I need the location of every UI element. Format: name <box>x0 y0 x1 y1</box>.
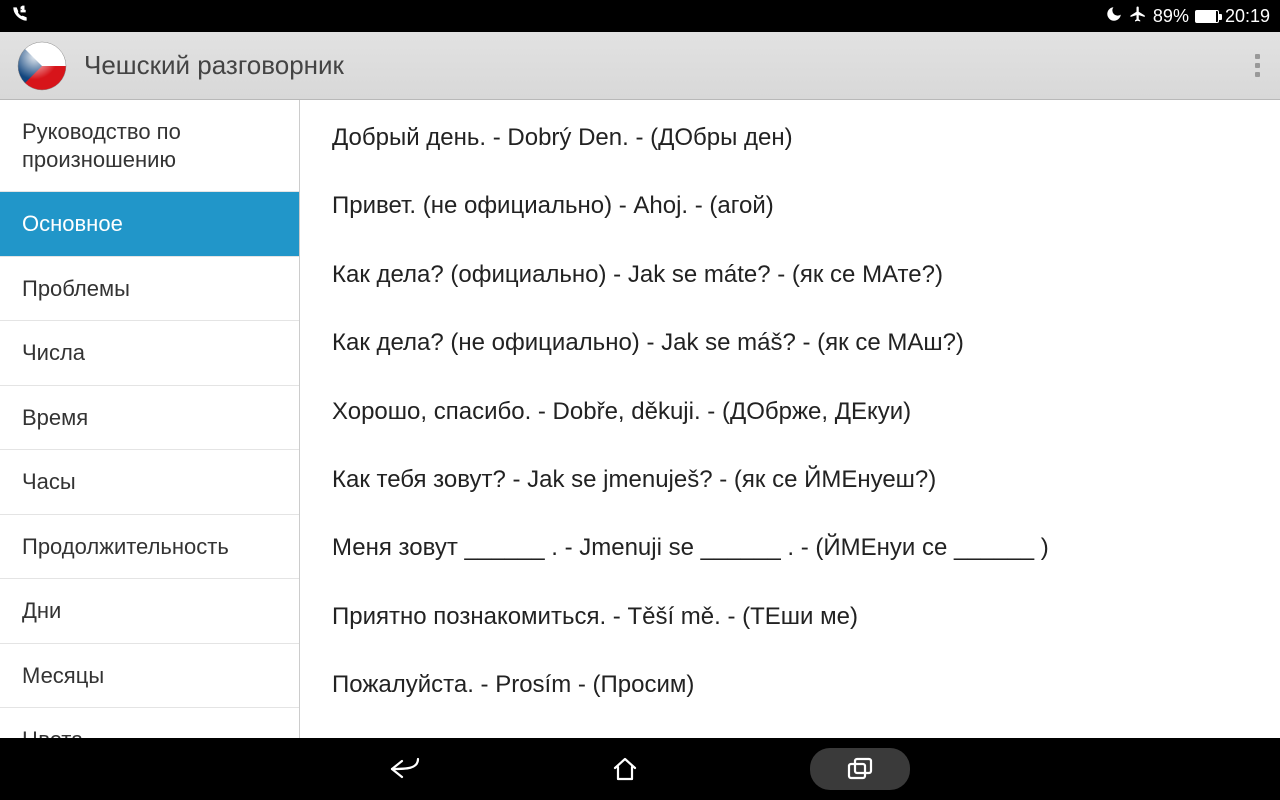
sidebar-item-basics[interactable]: Основное <box>0 192 299 257</box>
czech-flag-icon <box>16 40 68 92</box>
sidebar-item-label: Цвета <box>22 727 83 738</box>
sidebar-item-duration[interactable]: Продолжительность <box>0 515 299 580</box>
sidebar-item-label: Проблемы <box>22 276 130 301</box>
android-nav-bar <box>0 738 1280 800</box>
clock-time: 20:19 <box>1225 6 1270 27</box>
phrase-item: Пожалуйста. - Prosím - (Просим) <box>332 669 1248 701</box>
moon-icon <box>1105 5 1123 28</box>
sidebar-item-label: Основное <box>22 211 123 236</box>
sidebar-item-time[interactable]: Время <box>0 386 299 451</box>
battery-percent: 89% <box>1153 6 1189 27</box>
phrase-list: Добрый день. - Dobrý Den. - (ДОбры ден) … <box>300 100 1280 738</box>
airplane-icon <box>1129 5 1147 28</box>
sidebar-item-days[interactable]: Дни <box>0 579 299 644</box>
sidebar-item-label: Продолжительность <box>22 534 229 559</box>
sidebar-item-label: Числа <box>22 340 85 365</box>
sidebar-item-pronunciation[interactable]: Руководство по произношению <box>0 100 299 192</box>
sidebar-item-label: Часы <box>22 469 76 494</box>
phrase-item: Как тебя зовут? - Jak se jmenuješ? - (як… <box>332 464 1248 496</box>
phrase-item: Приятно познакомиться. - Těší mě. - (ТЕш… <box>332 601 1248 633</box>
phrase-item: Хорошо, спасибо. - Dobře, děkuji. - (ДОб… <box>332 396 1248 428</box>
status-bar: 1 89% 20:19 <box>0 0 1280 32</box>
sidebar-item-problems[interactable]: Проблемы <box>0 257 299 322</box>
phrase-item: Добрый день. - Dobrý Den. - (ДОбры ден) <box>332 122 1248 154</box>
phone-missed-icon: 1 <box>10 4 30 29</box>
sidebar-item-clock[interactable]: Часы <box>0 450 299 515</box>
category-sidebar: Руководство по произношению Основное Про… <box>0 100 300 738</box>
sidebar-item-label: Дни <box>22 598 61 623</box>
back-button[interactable] <box>370 748 440 790</box>
recent-apps-button[interactable] <box>810 748 910 790</box>
app-bar: Чешский разговорник <box>0 32 1280 100</box>
home-button[interactable] <box>590 748 660 790</box>
phrase-item: Привет. (не официально) - Ahoj. - (агой) <box>332 190 1248 222</box>
phrase-item: Меня зовут ______ . - Jmenuji se ______ … <box>332 532 1248 564</box>
phrase-item: Как дела? (не официально) - Jak se máš? … <box>332 327 1248 359</box>
overflow-menu-button[interactable] <box>1251 50 1264 81</box>
sidebar-item-months[interactable]: Месяцы <box>0 644 299 709</box>
battery-icon <box>1195 10 1219 23</box>
app-title: Чешский разговорник <box>84 50 1235 81</box>
svg-text:1: 1 <box>21 4 25 13</box>
sidebar-item-numbers[interactable]: Числа <box>0 321 299 386</box>
sidebar-item-label: Время <box>22 405 88 430</box>
sidebar-item-label: Месяцы <box>22 663 104 688</box>
sidebar-item-colors[interactable]: Цвета <box>0 708 299 738</box>
phrase-item: Как дела? (официально) - Jak se máte? - … <box>332 259 1248 291</box>
sidebar-item-label: Руководство по произношению <box>22 119 181 172</box>
